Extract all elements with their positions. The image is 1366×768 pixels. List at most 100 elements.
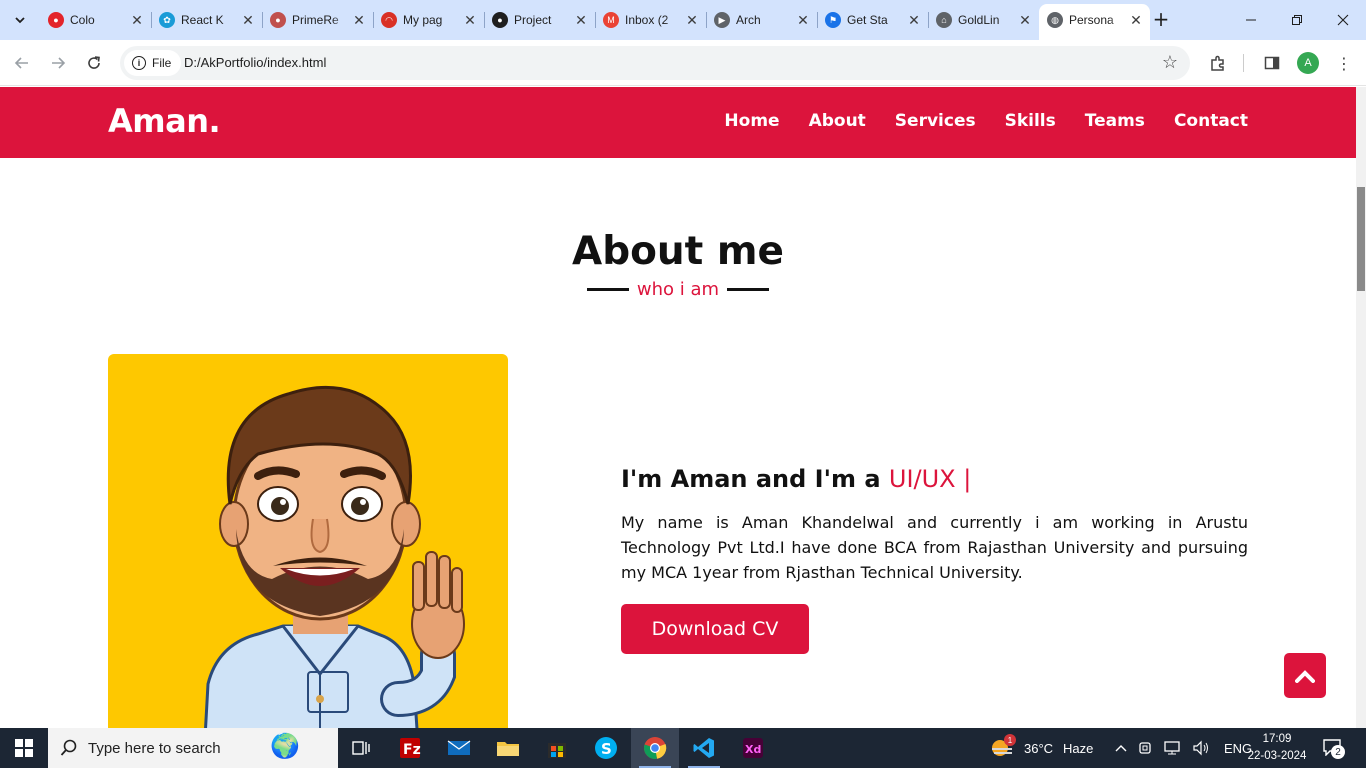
forward-button[interactable] — [44, 49, 72, 77]
side-panel-icon[interactable] — [1262, 53, 1282, 73]
reload-button[interactable] — [80, 49, 108, 77]
browser-tab[interactable]: ▶ Arch ✕ — [706, 6, 818, 34]
page-scrollbar[interactable] — [1356, 87, 1366, 728]
taskbar-search-placeholder: Type here to search — [88, 739, 221, 757]
tab-close-icon[interactable]: ✕ — [238, 12, 258, 29]
browser-tab[interactable]: ● Colo ✕ — [40, 6, 152, 34]
section-subtitle: who i am — [636, 279, 720, 300]
tab-close-icon[interactable]: ✕ — [904, 12, 924, 29]
adobe-xd-app[interactable]: Xd — [729, 728, 777, 768]
svg-text:Xd: Xd — [745, 743, 761, 756]
filezilla-app[interactable]: Fz — [386, 728, 434, 768]
profile-photo — [108, 354, 508, 728]
svg-text:S: S — [601, 740, 612, 758]
extensions-icon[interactable] — [1208, 53, 1228, 73]
minimize-button[interactable] — [1228, 0, 1274, 40]
windows-taskbar: Type here to search 🌍 Fz S Xd 1 36°C Haz… — [0, 728, 1366, 768]
nav-link-home[interactable]: Home — [724, 111, 779, 131]
tab-close-icon[interactable]: ✕ — [1015, 12, 1035, 29]
restore-button[interactable] — [1274, 0, 1320, 40]
tab-title: Persona — [1069, 13, 1114, 27]
mail-icon — [447, 740, 471, 755]
tab-search-button[interactable] — [8, 8, 32, 32]
notification-button[interactable]: 2 — [1322, 728, 1345, 768]
nav-link-skills[interactable]: Skills — [1005, 111, 1056, 131]
tab-close-icon[interactable]: ✕ — [571, 12, 591, 29]
vscode-icon — [693, 738, 714, 758]
mail-app[interactable] — [435, 728, 483, 768]
tab-close-icon[interactable]: ✕ — [349, 12, 369, 29]
new-tab-button[interactable]: + — [1150, 8, 1172, 30]
tab-close-icon[interactable]: ✕ — [127, 12, 147, 29]
tab-title: GoldLin — [958, 13, 1000, 27]
system-tray: ENG — [1114, 728, 1252, 768]
volume-icon[interactable] — [1192, 740, 1210, 756]
browser-tab[interactable]: ● Project ✕ — [484, 6, 596, 34]
store-icon — [548, 743, 566, 758]
vscode-app[interactable] — [680, 728, 728, 768]
profile-avatar[interactable]: A — [1297, 52, 1319, 74]
browser-tab[interactable]: M Inbox (2 ✕ — [595, 6, 707, 34]
start-button[interactable] — [0, 728, 48, 768]
chevron-up-icon — [1295, 669, 1315, 683]
tab-favicon-icon: ✿ — [159, 12, 175, 28]
close-icon — [1337, 14, 1349, 26]
site-info-chip[interactable]: i File — [124, 50, 182, 76]
browser-tab[interactable]: ✿ React K ✕ — [151, 6, 263, 34]
download-cv-button[interactable]: Download CV — [621, 604, 809, 654]
device-icon[interactable] — [1138, 740, 1154, 756]
tab-title: Colo — [70, 13, 95, 27]
toolbar-divider — [1243, 54, 1244, 72]
tab-title: Project — [514, 13, 552, 27]
network-icon[interactable] — [1164, 740, 1182, 756]
weather-text: Haze — [1063, 740, 1094, 756]
tab-close-icon[interactable]: ✕ — [1126, 12, 1146, 29]
file-explorer-app[interactable] — [484, 728, 532, 768]
scrollbar-thumb[interactable] — [1357, 187, 1365, 291]
browser-tab[interactable]: ⌂ GoldLin ✕ — [928, 6, 1039, 34]
tab-title: PrimeRe — [292, 13, 339, 27]
tab-title: React K — [181, 13, 224, 27]
address-bar[interactable]: i File D:/AkPortfolio/index.html ☆ — [120, 46, 1190, 80]
store-app[interactable] — [533, 728, 581, 768]
about-heading: I'm Aman and I'm a UI/UX | — [621, 465, 971, 493]
weather-icon: 1 — [990, 734, 1016, 758]
browser-tab[interactable]: ◍ Persona ✕ — [1039, 4, 1150, 40]
weather-temp: 36°C — [1024, 740, 1054, 756]
taskbar-clock[interactable]: 17:09 22-03-2024 — [1242, 731, 1312, 765]
bookmark-star-icon[interactable]: ☆ — [1162, 52, 1178, 73]
site-navbar: Aman. Home About Services Skills Teams Contac… — [0, 87, 1356, 158]
nav-link-teams[interactable]: Teams — [1085, 111, 1145, 131]
arrow-right-icon — [52, 57, 66, 69]
tab-close-icon[interactable]: ✕ — [460, 12, 480, 29]
site-logo[interactable]: Aman. — [108, 102, 221, 140]
browser-tab[interactable]: ● PrimeRe ✕ — [262, 6, 374, 34]
nav-menu: Home About Services Skills Teams Contact — [724, 111, 1248, 131]
scroll-to-top-button[interactable] — [1284, 653, 1326, 698]
task-view-button[interactable] — [337, 728, 385, 768]
nav-link-contact[interactable]: Contact — [1174, 111, 1248, 131]
menu-kebab-icon[interactable]: ⋮ — [1334, 53, 1354, 73]
chrome-app[interactable] — [631, 728, 679, 768]
browser-tab[interactable]: ⚑ Get Sta ✕ — [817, 6, 929, 34]
weather-widget[interactable]: 1 36°C Haze — [990, 728, 1093, 768]
chevron-up-icon[interactable] — [1114, 741, 1128, 755]
tab-close-icon[interactable]: ✕ — [793, 12, 813, 29]
tab-close-icon[interactable]: ✕ — [682, 12, 702, 29]
about-description: My name is Aman Khandelwal and currently… — [621, 513, 1248, 582]
tab-favicon-icon: ● — [270, 12, 286, 28]
section-subtitle-row: who i am — [0, 279, 1356, 300]
close-window-button[interactable] — [1320, 0, 1366, 40]
chrome-icon — [644, 737, 667, 759]
tab-favicon-icon: ▶ — [714, 12, 730, 28]
browser-tab[interactable]: ◠ My pag ✕ — [373, 6, 485, 34]
taskbar-search[interactable]: Type here to search 🌍 — [48, 728, 338, 768]
back-button[interactable] — [8, 49, 36, 77]
tab-favicon-icon: ◠ — [381, 12, 397, 28]
url-text[interactable]: D:/AkPortfolio/index.html — [184, 55, 326, 70]
tab-strip: ● Colo ✕ ✿ React K ✕ ● PrimeRe ✕ ◠ My pag ✕ ● Project… — [0, 0, 1366, 40]
skype-app[interactable]: S — [582, 728, 630, 768]
svg-text:Fz: Fz — [403, 742, 421, 758]
nav-link-services[interactable]: Services — [895, 111, 976, 131]
nav-link-about[interactable]: About — [809, 111, 866, 131]
